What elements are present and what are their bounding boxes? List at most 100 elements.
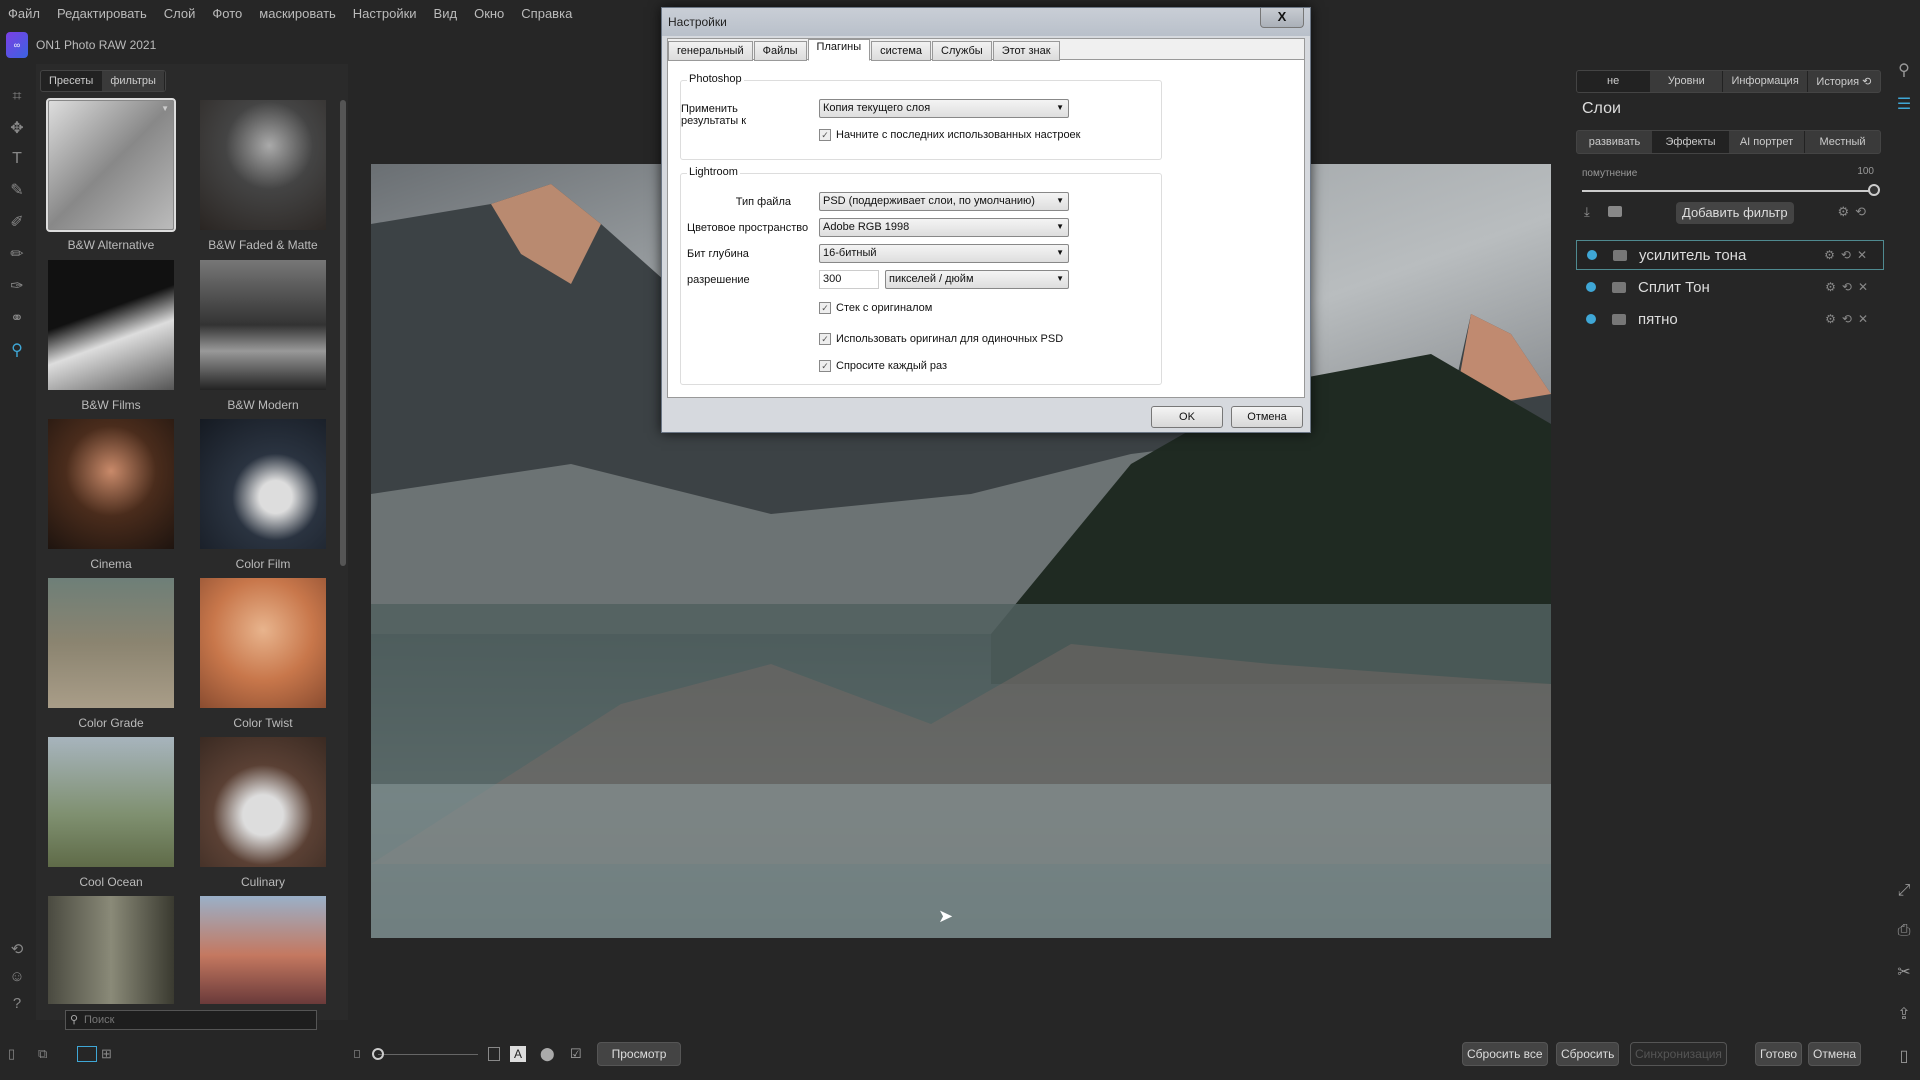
use-original-psd-checkbox[interactable]: ✓ Использовать оригинал для одиночных PSD — [819, 333, 1063, 345]
user-icon[interactable]: ☺ — [4, 968, 30, 985]
text-overlay-icon[interactable]: A — [510, 1046, 526, 1062]
browse-icon[interactable]: ⚲ — [1892, 60, 1916, 80]
import-icon[interactable]: ⤓ — [1584, 204, 1590, 220]
preset-thumbnail[interactable] — [48, 737, 174, 867]
perfect-brush-icon[interactable]: ✏ — [4, 244, 30, 264]
mask-icon[interactable] — [1608, 206, 1622, 217]
done-button[interactable]: Готово — [1755, 1042, 1803, 1066]
visibility-dot-icon[interactable] — [1587, 250, 1597, 260]
tab-this-mark[interactable]: Этот знак — [992, 41, 1060, 61]
dialog-close-button[interactable]: X — [1260, 8, 1304, 28]
bit-depth-select[interactable]: 16-битный — [819, 244, 1069, 263]
preset-thumbnail[interactable] — [48, 419, 174, 549]
menu-help[interactable]: Справка — [521, 6, 572, 21]
preset-thumbnail[interactable] — [46, 98, 176, 232]
zoom-slider-handle[interactable] — [372, 1048, 384, 1060]
visibility-dot-icon[interactable] — [1586, 282, 1596, 292]
menu-window[interactable]: Окно — [474, 6, 504, 21]
ask-every-time-checkbox[interactable]: ✓ Спросите каждый раз — [819, 360, 947, 372]
compare-view-icon[interactable]: ⧉ — [38, 1046, 47, 1062]
tab-none[interactable]: не — [1577, 71, 1651, 92]
menu-layer[interactable]: Слой — [164, 6, 196, 21]
text-icon[interactable]: T — [4, 150, 30, 168]
preset-thumbnail[interactable] — [200, 260, 326, 390]
ok-button[interactable]: OK — [1151, 406, 1223, 428]
preset-thumbnail[interactable] — [200, 419, 326, 549]
crop-icon[interactable]: ⌗ — [4, 88, 30, 106]
export-icon[interactable]: ⇪ — [1892, 1004, 1916, 1024]
mask-view-icon[interactable]: ⬤ — [540, 1046, 555, 1062]
color-space-select[interactable]: Adobe RGB 1998 — [819, 218, 1069, 237]
resolution-input[interactable]: 300 — [819, 270, 879, 289]
reset-all-button[interactable]: Сбросить все — [1462, 1042, 1548, 1066]
tab-ai-portrait[interactable]: AI портрет — [1729, 131, 1805, 153]
menu-photo[interactable]: Фото — [212, 6, 242, 21]
start-last-settings-checkbox[interactable]: ✓ Начните с последних использованных наст… — [819, 129, 1081, 141]
resolution-unit-select[interactable]: пикселей / дюйм — [885, 270, 1069, 289]
visibility-dot-icon[interactable] — [1586, 314, 1596, 324]
presets-scrollbar[interactable] — [340, 100, 346, 566]
menu-edit[interactable]: Редактировать — [57, 6, 147, 21]
filter-settings-reset-icons[interactable]: ⚙⟲ — [1837, 204, 1872, 220]
menu-view[interactable]: Вид — [434, 6, 458, 21]
zoom-slider-track[interactable] — [378, 1054, 478, 1055]
resize-icon[interactable]: ⤢ — [1892, 882, 1916, 900]
preset-thumbnail[interactable] — [48, 260, 174, 390]
sync-icon[interactable]: ⟲ — [4, 940, 30, 958]
preset-thumbnail[interactable] — [200, 100, 326, 230]
preset-thumbnail[interactable] — [48, 578, 174, 708]
brush-icon[interactable]: ✎ — [4, 180, 30, 200]
bottom-cancel-button[interactable]: Отмена — [1808, 1042, 1862, 1066]
filter-row[interactable]: усилитель тона ⚙⟲✕ — [1576, 240, 1884, 270]
file-type-select[interactable]: PSD (поддерживает слои, по умолчанию) — [819, 192, 1069, 211]
gear-reset-close-icons[interactable]: ⚙⟲✕ — [1825, 312, 1874, 326]
opacity-slider-handle[interactable] — [1868, 184, 1880, 196]
tab-info[interactable]: Информация — [1723, 71, 1808, 92]
retouch-icon[interactable]: ✑ — [4, 276, 30, 296]
edit-adjust-icon[interactable]: ☰ — [1892, 94, 1916, 114]
tab-services[interactable]: Службы — [932, 41, 992, 61]
preview-button[interactable]: Просмотр — [597, 1042, 681, 1066]
menu-mask[interactable]: маскировать — [259, 6, 336, 21]
stack-with-original-checkbox[interactable]: ✓ Стек с оригиналом — [819, 302, 932, 314]
sync-button[interactable]: Синхронизация — [1630, 1042, 1727, 1066]
tab-presets[interactable]: Пресеты — [41, 71, 103, 91]
preset-thumbnail[interactable] — [200, 737, 326, 867]
opacity-slider-track[interactable] — [1582, 190, 1874, 192]
opacity-value[interactable]: 100 — [1857, 166, 1874, 177]
clone-icon[interactable]: ⚭ — [4, 308, 30, 328]
preset-thumbnail[interactable] — [200, 578, 326, 708]
move-icon[interactable]: ✥ — [4, 118, 30, 138]
tab-local[interactable]: Местный — [1805, 131, 1880, 153]
mask-icon[interactable] — [1613, 249, 1627, 261]
tab-plugins[interactable]: Плагины — [807, 39, 871, 61]
tab-history[interactable]: История ⟲ — [1808, 71, 1880, 92]
reset-button[interactable]: Сбросить — [1556, 1042, 1620, 1066]
preset-thumbnail[interactable] — [200, 896, 326, 1004]
single-view-icon[interactable]: ▯ — [8, 1046, 15, 1062]
zoom-tool-icon[interactable]: ⚲ — [4, 340, 30, 360]
tab-effects[interactable]: Эффекты — [1653, 131, 1729, 153]
mask-icon[interactable] — [1612, 313, 1626, 325]
apply-results-select[interactable]: Копия текущего слоя — [819, 99, 1069, 118]
preset-search-input[interactable]: ⚲ Поиск — [65, 1010, 317, 1030]
filmstrip-icon[interactable]: ⊞ — [101, 1046, 112, 1062]
filter-row[interactable]: Сплит Тон ⚙⟲✕ — [1576, 272, 1884, 302]
tab-develop[interactable]: развивать — [1577, 131, 1653, 153]
clipping-icon[interactable]: ☑ — [570, 1046, 582, 1062]
panel-toggle-icon[interactable]: ▯ — [1892, 1046, 1916, 1066]
gear-reset-close-icons[interactable]: ⚙⟲✕ — [1825, 280, 1874, 294]
detail-view-icon[interactable] — [77, 1046, 97, 1062]
share-icon[interactable]: ✂ — [1892, 962, 1916, 982]
tab-filters[interactable]: фильтры — [102, 71, 165, 91]
help-icon[interactable]: ? — [4, 995, 30, 1012]
gear-reset-close-icons[interactable]: ⚙⟲✕ — [1824, 248, 1873, 262]
menu-settings[interactable]: Настройки — [353, 6, 417, 21]
mask-icon[interactable] — [1612, 281, 1626, 293]
cancel-button[interactable]: Отмена — [1231, 406, 1303, 428]
print-icon[interactable]: ⎙ — [1892, 922, 1916, 940]
tab-levels[interactable]: Уровни — [1650, 71, 1724, 92]
add-filter-button[interactable]: Добавить фильтр — [1676, 202, 1794, 224]
tab-system[interactable]: система — [871, 41, 931, 61]
preset-thumbnail[interactable] — [48, 896, 174, 1004]
